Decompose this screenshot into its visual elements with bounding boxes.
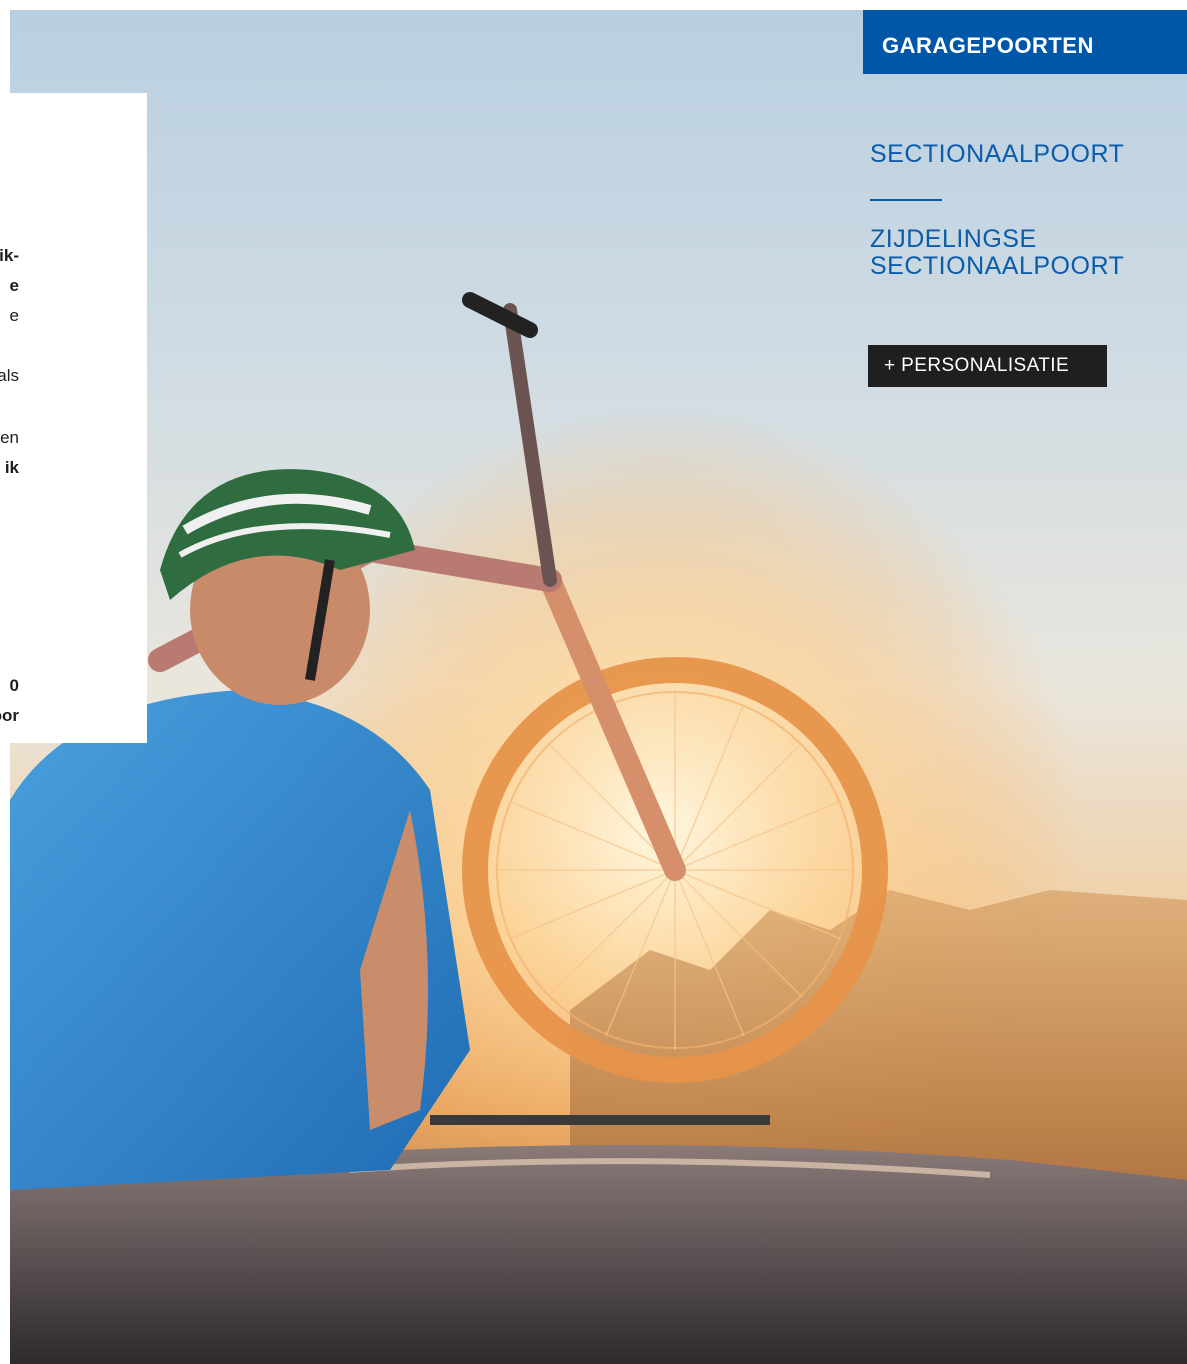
panel-line: e	[9, 276, 19, 295]
panel-line: ik	[4, 458, 19, 477]
cyclist-photo-illustration	[10, 292, 1187, 1364]
panel-line: e	[9, 306, 19, 325]
nav-link-zijdelingse-sectionaalpoort[interactable]: ZIJDELINGSE SECTIONAALPOORT	[870, 226, 1170, 280]
nav-header-garagepoorten[interactable]: GARAGEPOORTEN	[863, 10, 1187, 74]
panel-line: 0	[9, 676, 19, 695]
panel-line: en	[0, 428, 19, 447]
panel-line: n	[10, 733, 19, 743]
panel-line: als	[0, 366, 19, 385]
hero-photo	[10, 10, 1187, 1364]
intro-text-panel: ntwik- e e als en ik 0 oor n	[0, 93, 147, 743]
panel-line: ntwik-	[0, 246, 19, 265]
nav-link-sectionaalpoort[interactable]: SECTIONAALPOORT	[870, 141, 1124, 168]
nav-header-label: GARAGEPOORTEN	[882, 33, 1094, 58]
nav-divider	[870, 199, 942, 201]
personalisatie-button[interactable]: + PERSONALISATIE	[868, 345, 1107, 387]
panel-line: oor	[0, 706, 19, 725]
